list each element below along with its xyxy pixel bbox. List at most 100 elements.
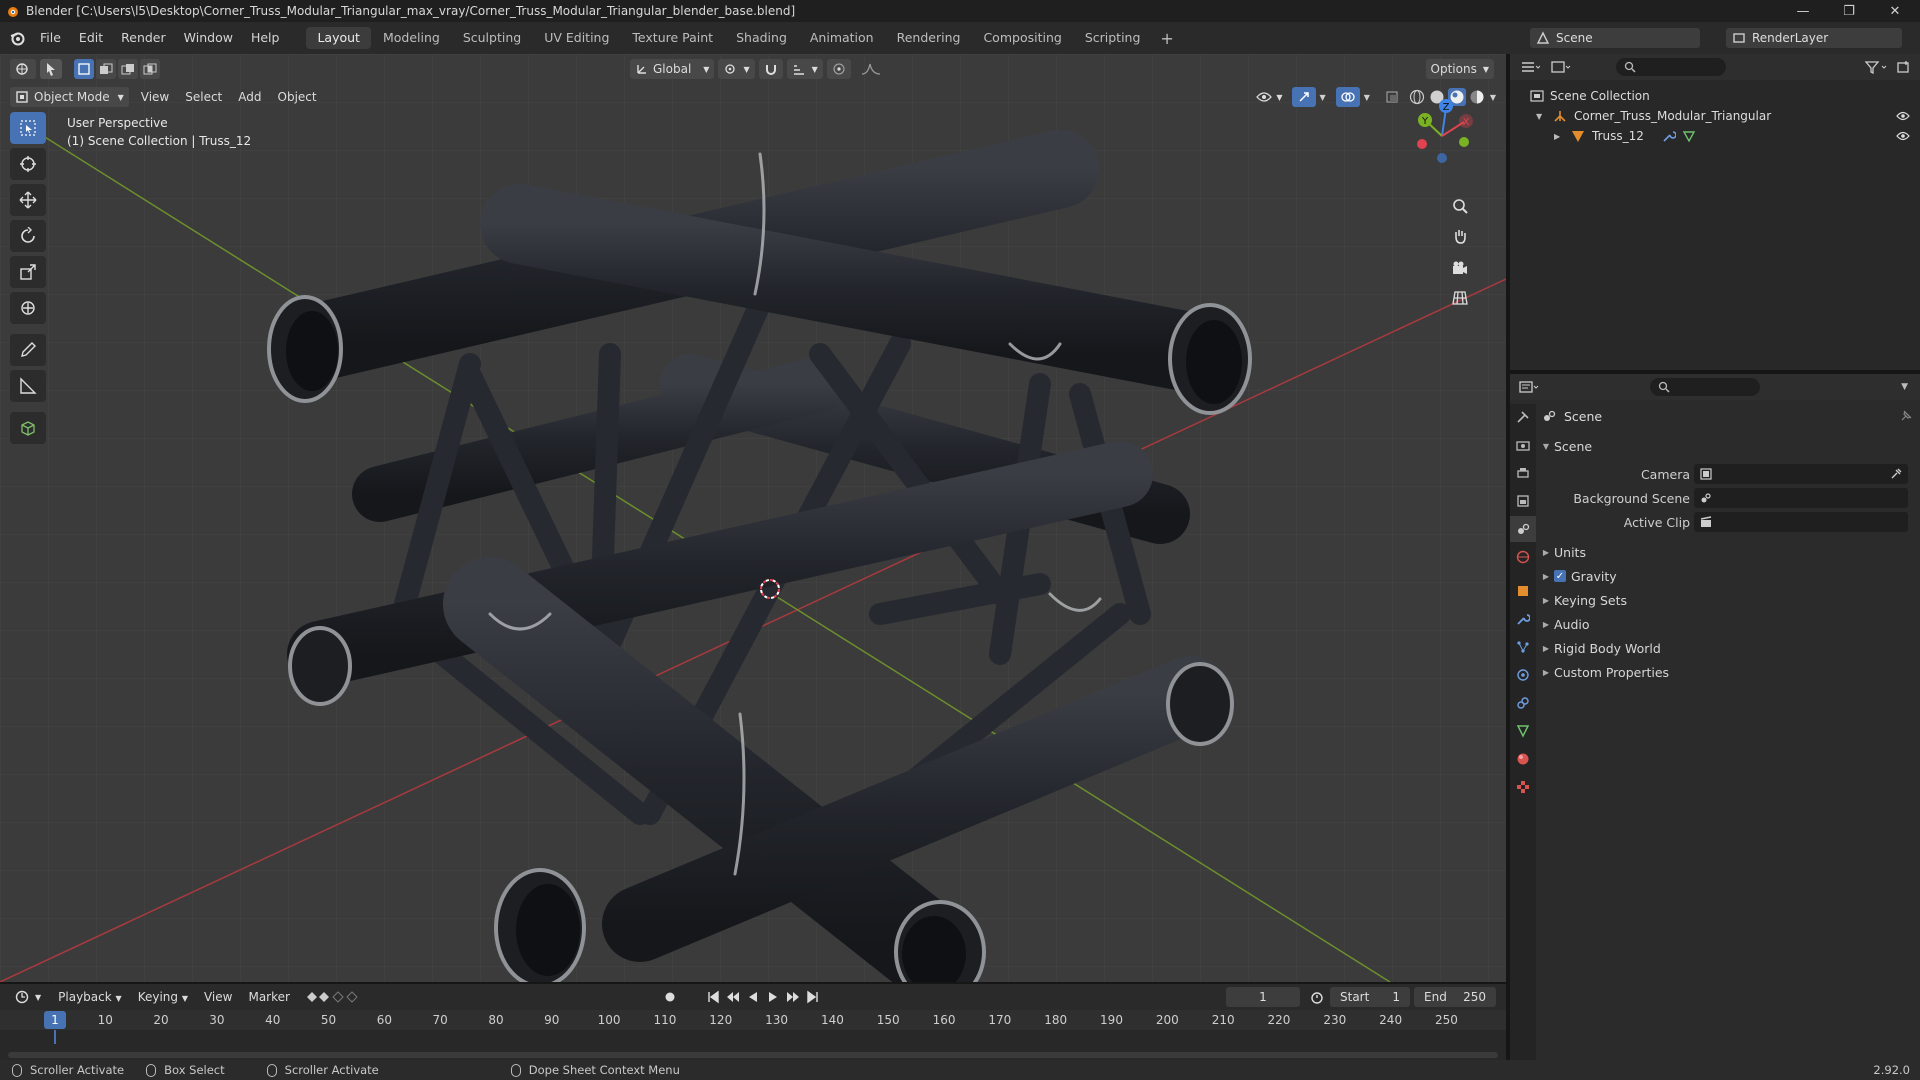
visibility-dropdown[interactable]: ▼ xyxy=(1251,87,1287,107)
panel-custom-properties-header[interactable]: ▶ Custom Properties xyxy=(1538,660,1918,684)
outliner-row-corner-truss[interactable]: ▼ Corner_Truss_Modular_Triangular xyxy=(1510,106,1920,126)
tab-render[interactable] xyxy=(1510,432,1536,458)
outliner-search-input[interactable] xyxy=(1616,58,1726,76)
menu-window[interactable]: Window xyxy=(175,22,242,54)
tab-output[interactable] xyxy=(1510,460,1536,486)
modifier-wrench-icon[interactable] xyxy=(1662,130,1676,142)
overlays-dropdown-chevron-icon[interactable]: ▼ xyxy=(1364,93,1370,102)
falloff-dropdown[interactable] xyxy=(855,59,887,79)
gravity-checkbox[interactable]: ✓ xyxy=(1554,570,1566,582)
mode-dropdown[interactable]: Object Mode ▼ xyxy=(10,87,129,107)
eye-icon[interactable] xyxy=(1896,111,1910,121)
filter-funnel-icon[interactable] xyxy=(1864,60,1890,74)
tab-modifiers[interactable] xyxy=(1510,606,1536,632)
select-tool-mode-button[interactable] xyxy=(40,59,62,79)
current-frame-field[interactable]: 1 xyxy=(1226,987,1300,1007)
3d-viewport[interactable]: Global ▼ ▼ ▼ Options ▼ Object Mode ▼ Vie… xyxy=(0,54,1506,982)
jump-keyframe-forward-icon[interactable] xyxy=(786,990,800,1004)
options-dropdown[interactable]: Options ▼ xyxy=(1425,59,1494,79)
tab-sculpting[interactable]: Sculpting xyxy=(452,27,532,49)
tab-animation[interactable]: Animation xyxy=(799,27,885,49)
tab-scripting[interactable]: Scripting xyxy=(1074,27,1152,49)
tab-layout[interactable]: Layout xyxy=(306,27,371,49)
timeline-menu-marker[interactable]: Marker xyxy=(240,990,297,1004)
record-icon[interactable] xyxy=(662,990,678,1004)
tool-transform[interactable] xyxy=(10,292,46,324)
outliner-editor-icon[interactable] xyxy=(1520,60,1540,74)
axis-orientation-gizmo[interactable]: Z Y X xyxy=(1398,94,1488,174)
minimize-button[interactable]: — xyxy=(1780,0,1826,22)
expand-down-icon[interactable]: ▼ xyxy=(1536,112,1548,121)
chevron-down-icon[interactable]: ▼ xyxy=(1901,382,1908,392)
tool-move[interactable] xyxy=(10,184,46,216)
viewport-scene[interactable] xyxy=(0,54,1506,982)
eyedropper-icon[interactable] xyxy=(1890,468,1902,480)
tab-scene[interactable] xyxy=(1510,516,1536,542)
viewport-menu-object[interactable]: Object xyxy=(270,90,325,104)
shading-dropdown-chevron-icon[interactable]: ▼ xyxy=(1490,93,1496,102)
tab-data[interactable] xyxy=(1510,718,1536,744)
editor-type-button[interactable] xyxy=(10,59,36,79)
viewport-menu-select[interactable]: Select xyxy=(177,90,230,104)
tab-texture-paint[interactable]: Texture Paint xyxy=(621,27,724,49)
viewport-menu-add[interactable]: Add xyxy=(230,90,269,104)
tab-physics[interactable] xyxy=(1510,662,1536,688)
blender-menu-icon[interactable] xyxy=(9,30,25,46)
tool-add-cube[interactable] xyxy=(10,412,46,444)
active-clip-field[interactable] xyxy=(1694,512,1908,532)
tab-object[interactable] xyxy=(1510,578,1536,604)
tab-world[interactable] xyxy=(1510,544,1536,570)
snap-toggle[interactable] xyxy=(758,59,783,79)
display-mode-icon[interactable] xyxy=(1550,60,1572,74)
jump-start-icon[interactable] xyxy=(706,990,720,1004)
menu-render[interactable]: Render xyxy=(112,22,175,54)
tab-view-layer[interactable] xyxy=(1510,488,1536,514)
timeline-menu-playback[interactable]: Playback ▼ xyxy=(50,990,130,1004)
timeline-menu-view[interactable]: View xyxy=(196,990,240,1004)
keyframe-buttons-icon[interactable] xyxy=(306,990,366,1004)
ortho-toggle-button[interactable] xyxy=(1446,284,1474,312)
select-intersect-button[interactable] xyxy=(140,59,160,79)
jump-keyframe-back-icon[interactable] xyxy=(726,990,740,1004)
jump-end-icon[interactable] xyxy=(806,990,820,1004)
tab-modeling[interactable]: Modeling xyxy=(372,27,451,49)
close-window-button[interactable]: ✕ xyxy=(1872,0,1918,22)
timeline-menu-keying[interactable]: Keying ▼ xyxy=(130,990,196,1004)
expand-right-icon[interactable]: ▶ xyxy=(1554,132,1566,141)
timeline-scrollbar[interactable] xyxy=(8,1052,1498,1058)
menu-edit[interactable]: Edit xyxy=(70,22,112,54)
add-workspace-button[interactable]: + xyxy=(1152,29,1181,48)
tool-scale[interactable] xyxy=(10,256,46,288)
tool-cursor[interactable] xyxy=(10,148,46,180)
tool-measure[interactable] xyxy=(10,370,46,402)
tab-rendering[interactable]: Rendering xyxy=(886,27,972,49)
panel-audio-header[interactable]: ▶ Audio xyxy=(1538,612,1918,636)
camera-view-button[interactable] xyxy=(1446,254,1474,282)
select-extend-button[interactable] xyxy=(96,59,116,79)
scene-selector[interactable]: Scene xyxy=(1530,28,1700,48)
menu-file[interactable]: File xyxy=(31,22,70,54)
tab-compositing[interactable]: Compositing xyxy=(972,27,1072,49)
tab-constraints[interactable] xyxy=(1510,690,1536,716)
outliner-row-scene-collection[interactable]: Scene Collection xyxy=(1510,86,1920,106)
gizmo-dropdown-chevron-icon[interactable]: ▼ xyxy=(1320,93,1326,102)
panel-keying-sets-header[interactable]: ▶ Keying Sets xyxy=(1538,588,1918,612)
renderlayer-selector[interactable]: RenderLayer xyxy=(1726,28,1902,48)
panel-units-header[interactable]: ▶ Units xyxy=(1538,540,1918,564)
tab-texture[interactable] xyxy=(1510,774,1536,800)
snap-target-dropdown[interactable]: ▼ xyxy=(786,59,823,79)
stopwatch-icon[interactable] xyxy=(1310,990,1324,1004)
tool-annotate[interactable] xyxy=(10,334,46,366)
transform-orientation-dropdown[interactable]: Global ▼ xyxy=(630,59,715,79)
tool-select-box[interactable] xyxy=(10,112,46,144)
zoom-button[interactable] xyxy=(1446,192,1474,220)
tab-particles[interactable] xyxy=(1510,634,1536,660)
properties-editor-icon[interactable] xyxy=(1518,380,1540,394)
panel-rigid-body-world-header[interactable]: ▶ Rigid Body World xyxy=(1538,636,1918,660)
navigation-gizmo[interactable]: Z Y X xyxy=(1398,94,1488,344)
tab-material[interactable] xyxy=(1510,746,1536,772)
timeline-editor-type-button[interactable]: ▼ xyxy=(10,987,46,1007)
properties-search-input[interactable] xyxy=(1650,378,1760,396)
timeline-body[interactable] xyxy=(0,1030,1506,1060)
panel-scene-header[interactable]: ▼ Scene xyxy=(1538,434,1918,458)
